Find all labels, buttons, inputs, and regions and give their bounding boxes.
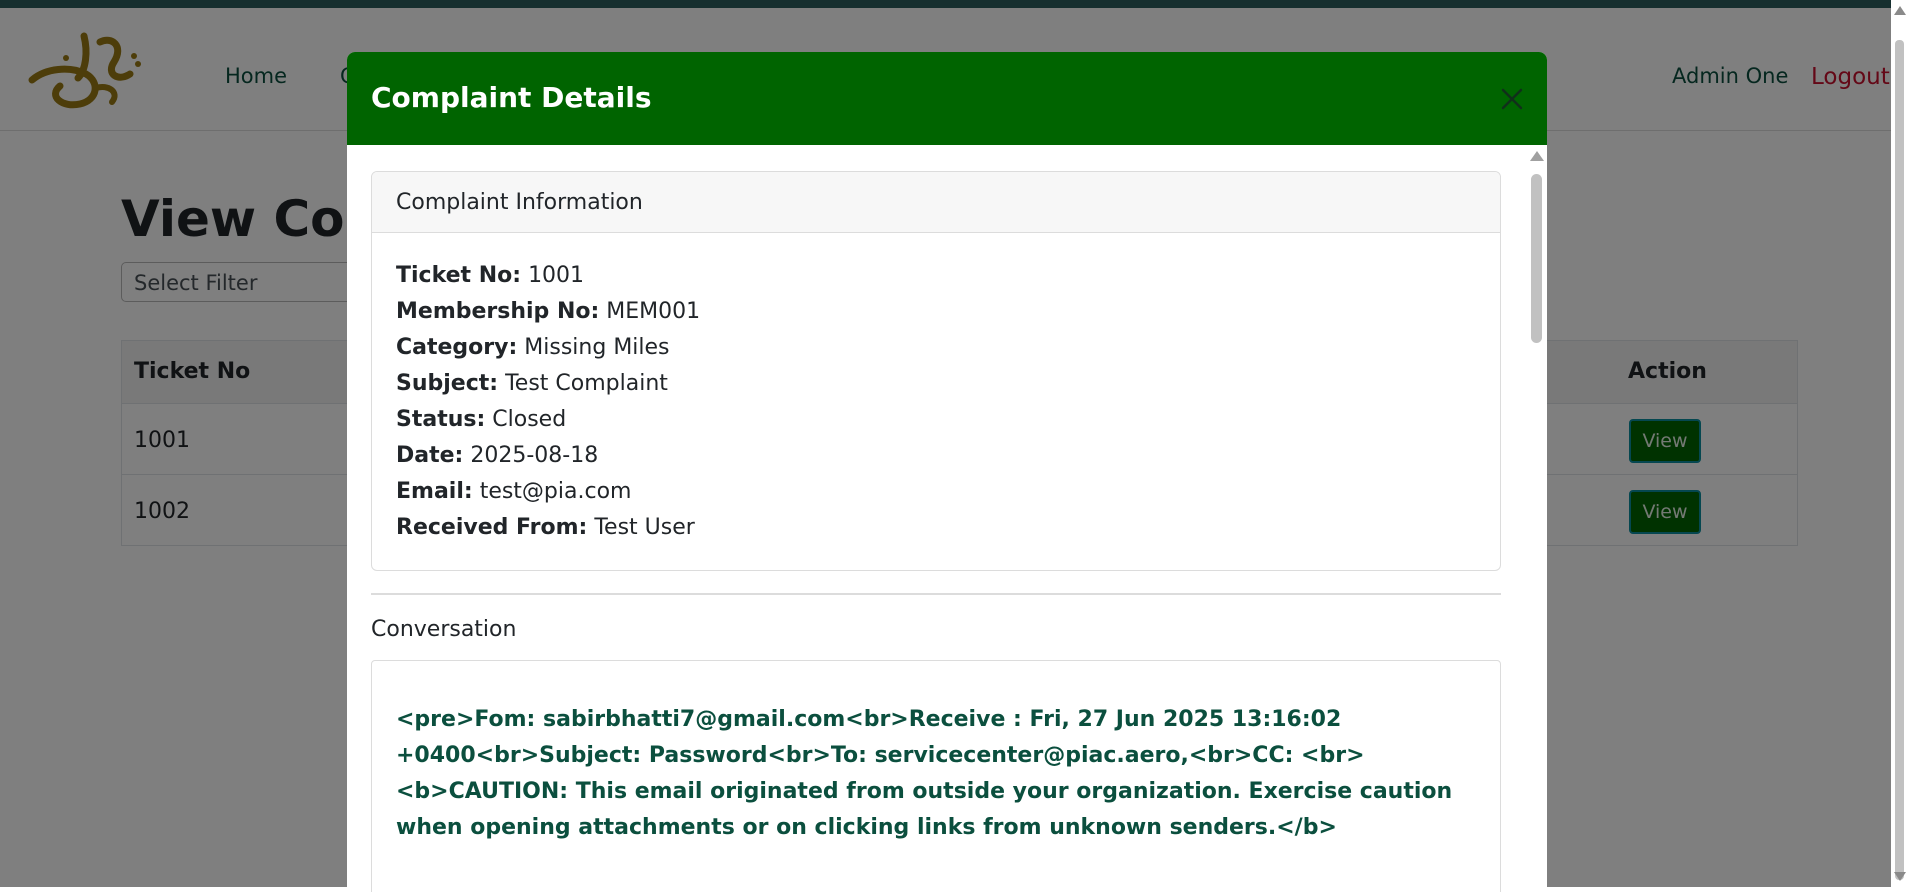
conversation-box: <pre>Fom: sabirbhatti7@gmail.com<br>Rece… <box>371 660 1501 892</box>
field-value: 1001 <box>528 263 585 288</box>
field-label: Ticket No: <box>396 263 522 288</box>
field-label: Email: <box>396 479 473 504</box>
field-label: Received From: <box>396 515 588 540</box>
modal-title: Complaint Details <box>371 81 652 114</box>
card-header: Complaint Information <box>372 172 1500 233</box>
info-received-from: Received From: Test User <box>396 510 700 546</box>
field-value: MEM001 <box>606 299 701 324</box>
field-label: Subject: <box>396 371 499 396</box>
modal-body: Complaint Information Ticket No: 1001 Me… <box>347 145 1547 892</box>
info-status: Status: Closed <box>396 402 700 438</box>
field-value: 2025-08-18 <box>470 443 599 468</box>
close-icon[interactable] <box>1495 82 1529 116</box>
field-label: Status: <box>396 407 486 432</box>
field-value: Test Complaint <box>505 371 668 396</box>
field-value: test@pia.com <box>479 479 632 504</box>
info-category: Category: Missing Miles <box>396 330 700 366</box>
scroll-up-arrow-icon[interactable] <box>1894 6 1906 15</box>
field-value: Closed <box>492 407 567 432</box>
card-title: Complaint Information <box>396 190 643 215</box>
info-subject: Subject: Test Complaint <box>396 366 700 402</box>
conversation-title: Conversation <box>371 617 517 642</box>
modal-scrollbar[interactable] <box>1525 145 1547 892</box>
info-email: Email: test@pia.com <box>396 474 700 510</box>
modal-header: Complaint Details <box>347 52 1547 145</box>
conversation-message: <pre>Fom: sabirbhatti7@gmail.com<br>Rece… <box>396 707 1453 840</box>
info-membership-no: Membership No: MEM001 <box>396 294 700 330</box>
field-value: Test User <box>594 515 695 540</box>
field-value: Missing Miles <box>524 335 670 360</box>
complaint-info-card: Complaint Information Ticket No: 1001 Me… <box>371 171 1501 571</box>
section-divider <box>371 593 1501 595</box>
page-scroll-thumb[interactable] <box>1895 40 1904 880</box>
scroll-thumb[interactable] <box>1531 174 1542 343</box>
scroll-down-arrow-icon[interactable] <box>1894 872 1906 881</box>
page-scrollbar[interactable] <box>1891 0 1908 887</box>
info-date: Date: 2025-08-18 <box>396 438 700 474</box>
complaint-details-modal: Complaint Details Complaint Information … <box>347 52 1547 892</box>
field-label: Membership No: <box>396 299 600 324</box>
field-label: Category: <box>396 335 518 360</box>
field-label: Date: <box>396 443 464 468</box>
scroll-up-arrow-icon[interactable] <box>1530 151 1544 161</box>
complaint-info-list: Ticket No: 1001 Membership No: MEM001 Ca… <box>396 258 700 546</box>
info-ticket-no: Ticket No: 1001 <box>396 258 700 294</box>
